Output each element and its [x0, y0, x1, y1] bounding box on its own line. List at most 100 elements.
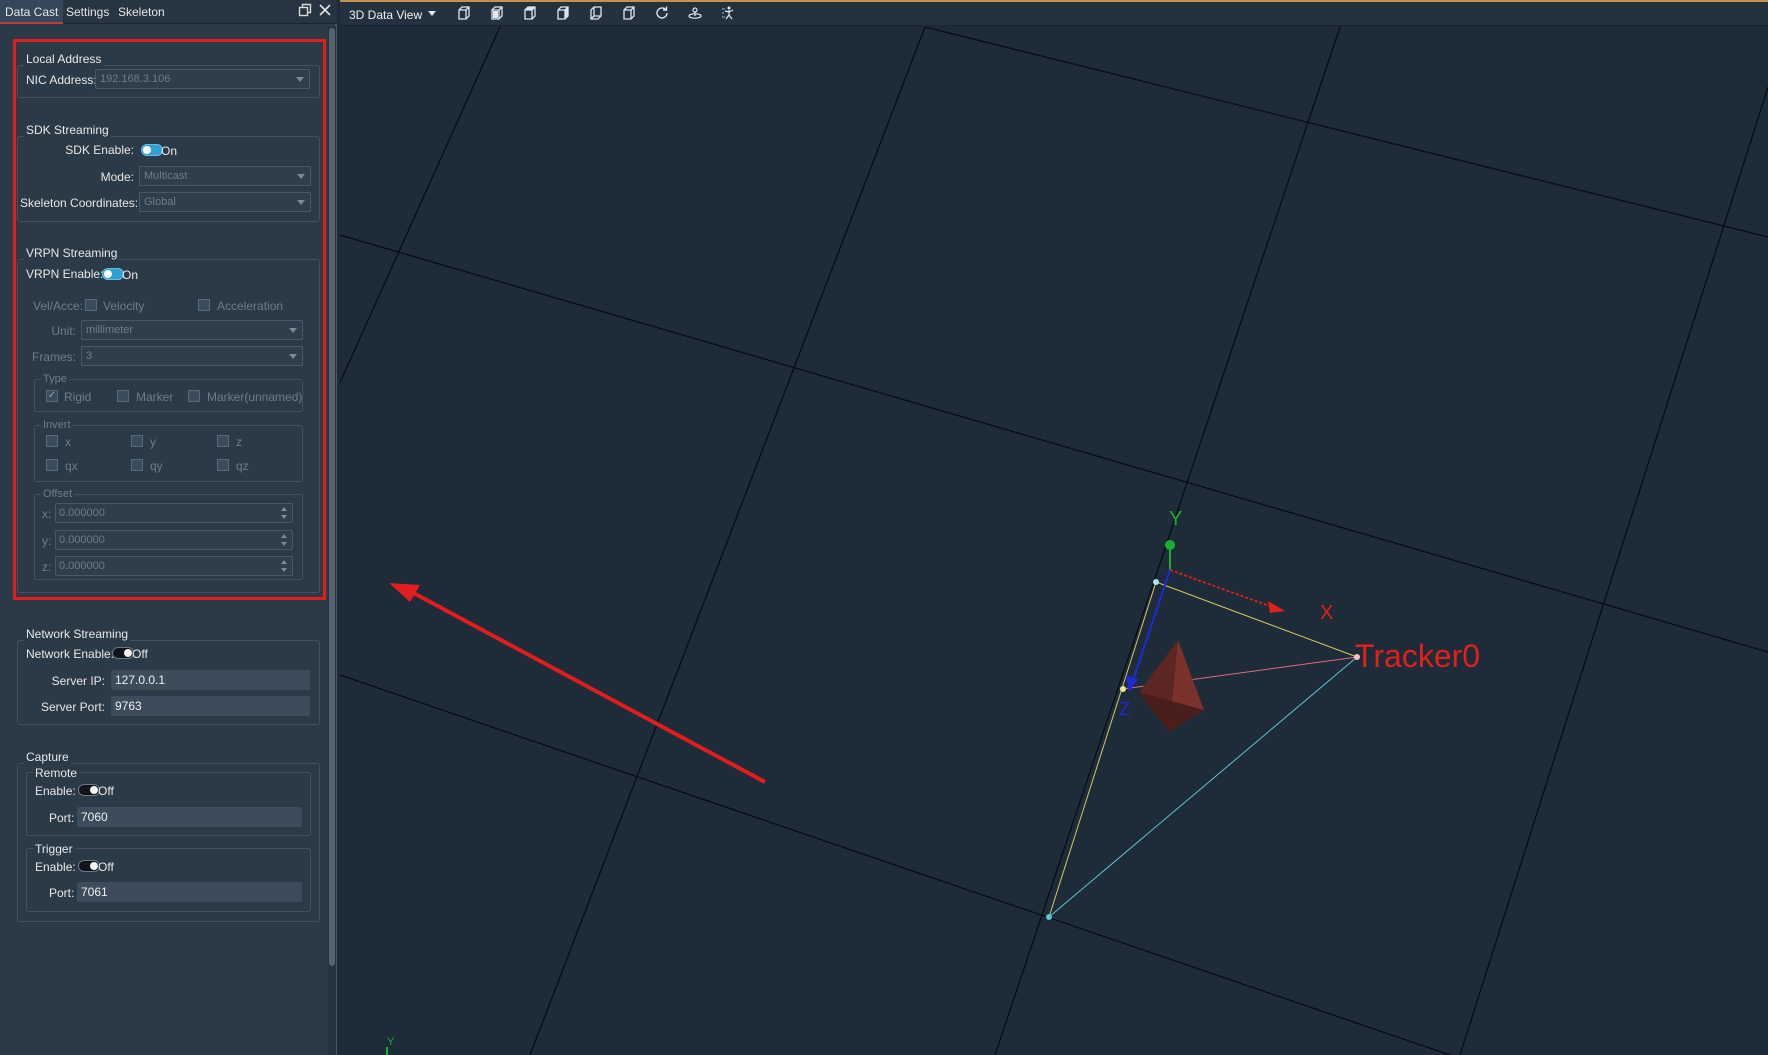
data-cast-panel: Data Cast Settings Skeleton Local Addres… — [0, 0, 337, 1055]
invert-qx-label: qx — [65, 459, 78, 473]
axes-gizmo — [1126, 540, 1285, 692]
server-ip-label: Server IP: — [51, 674, 105, 688]
skeleton-coordinates-select[interactable]: Global — [139, 192, 311, 212]
invert-qz-checkbox[interactable] — [217, 459, 229, 471]
tracking-icon[interactable] — [685, 5, 705, 25]
marker-point[interactable] — [1153, 579, 1159, 585]
pointer-arrow — [407, 588, 766, 784]
marker-point[interactable] — [1046, 914, 1052, 920]
invert-qx-checkbox[interactable] — [46, 459, 58, 471]
view-top-icon[interactable] — [520, 5, 540, 25]
invert-y-checkbox[interactable] — [131, 435, 143, 447]
network-enable-state: Off — [132, 647, 148, 661]
offset-y-label: y: — [42, 534, 52, 548]
marker-unnamed-label: Marker(unnamed) — [207, 390, 303, 404]
axis-y-label: Y — [1169, 508, 1182, 530]
frames-value: 3 — [86, 350, 93, 362]
view-title: 3D Data View — [349, 8, 423, 22]
spin-up-icon[interactable] — [281, 534, 287, 538]
corner-axis-y-label: Y — [387, 1036, 395, 1048]
invert-qz-label: qz — [236, 459, 249, 473]
invert-qy-checkbox[interactable] — [131, 459, 143, 471]
remote-port-label: Port: — [49, 811, 75, 825]
velocity-checkbox[interactable] — [85, 299, 97, 311]
chevron-down-icon — [297, 174, 305, 179]
offset-x-label: x: — [42, 507, 52, 521]
trigger-enable-toggle[interactable] — [78, 860, 100, 872]
vrpn-enable-toggle[interactable] — [102, 268, 124, 280]
invert-z-checkbox[interactable] — [217, 435, 229, 447]
trigger-port-input[interactable]: 7061 — [77, 882, 302, 902]
nic-address-select[interactable]: 192.168.3.106 — [95, 69, 310, 89]
view-toolbar: 3D Data View — [340, 0, 1768, 26]
refresh-icon[interactable] — [652, 5, 672, 25]
pointer-arrowhead — [389, 583, 420, 602]
invert-x-checkbox[interactable] — [46, 435, 58, 447]
remote-port-input[interactable]: 7060 — [77, 807, 302, 827]
remote-title: Remote — [33, 766, 80, 780]
offset-x-spinbox[interactable]: 0.000000 — [55, 503, 293, 523]
invert-group — [34, 425, 303, 482]
skeleton-icon[interactable] — [718, 5, 738, 25]
3d-viewport[interactable]: Y X Z Tracker0 Y — [340, 27, 1768, 1055]
sdk-enable-toggle[interactable] — [141, 144, 163, 156]
offset-y-spinbox[interactable]: 0.000000 — [55, 530, 293, 550]
offset-title: Offset — [41, 488, 75, 500]
mode-value: Multicast — [144, 170, 188, 182]
close-icon[interactable] — [316, 3, 334, 21]
invert-z-label: z — [236, 435, 242, 449]
unit-select[interactable]: millimeter — [81, 320, 303, 340]
rigid-checkbox[interactable]: ✓ — [46, 390, 58, 402]
offset-z-value: 0.000000 — [59, 560, 105, 572]
rigid-body-pyramid[interactable] — [1139, 640, 1204, 732]
spin-down-icon[interactable] — [281, 515, 287, 519]
restore-icon[interactable] — [296, 3, 314, 21]
view-persp-icon[interactable] — [454, 5, 474, 25]
marker-point[interactable] — [1120, 686, 1126, 692]
tab-data-cast[interactable]: Data Cast — [0, 0, 64, 24]
spin-up-icon[interactable] — [281, 560, 287, 564]
vrpn-streaming-title: VRPN Streaming — [24, 246, 120, 260]
network-enable-toggle[interactable] — [112, 647, 134, 659]
server-ip-input[interactable]: 127.0.0.1 — [111, 670, 310, 690]
spin-up-icon[interactable] — [281, 507, 287, 511]
tracker-label: Tracker0 — [1355, 638, 1480, 674]
acceleration-checkbox[interactable] — [198, 299, 210, 311]
mode-label: Mode: — [100, 170, 134, 184]
trigger-title: Trigger — [33, 842, 75, 856]
trigger-enable-label: Enable: — [35, 860, 76, 874]
mode-select[interactable]: Multicast — [139, 166, 311, 186]
3d-scene: Y X Z Tracker0 Y — [340, 27, 1768, 1055]
network-streaming-title: Network Streaming — [24, 627, 131, 641]
marker-label: Marker — [136, 390, 174, 404]
offset-z-spinbox[interactable]: 0.000000 — [55, 556, 293, 576]
dropdown-icon[interactable] — [422, 5, 442, 25]
tab-skeleton[interactable]: Skeleton — [113, 0, 170, 24]
marker-checkbox[interactable] — [117, 390, 129, 402]
offset-y-value: 0.000000 — [59, 534, 105, 546]
remote-enable-state: Off — [98, 784, 114, 798]
panel-scrollbar-thumb[interactable] — [329, 28, 335, 966]
offset-x-value: 0.000000 — [59, 507, 105, 519]
tab-settings[interactable]: Settings — [61, 0, 114, 24]
view-right-icon[interactable] — [619, 5, 639, 25]
view-front-icon[interactable] — [487, 5, 507, 25]
rigid-label: Rigid — [64, 390, 92, 404]
velocity-label: Velocity — [103, 299, 145, 313]
spin-down-icon[interactable] — [281, 568, 287, 572]
view-back-icon[interactable] — [586, 5, 606, 25]
server-port-input[interactable]: 9763 — [111, 696, 310, 716]
axis-x-label: X — [1320, 602, 1333, 624]
invert-x-label: x — [65, 435, 71, 449]
trigger-enable-state: Off — [98, 860, 114, 874]
vrpn-enable-label: VRPN Enable: — [26, 267, 104, 281]
unit-label: Unit: — [51, 324, 76, 338]
view-side-icon[interactable] — [553, 5, 573, 25]
remote-enable-toggle[interactable] — [78, 784, 100, 796]
spin-down-icon[interactable] — [281, 542, 287, 546]
frames-select[interactable]: 3 — [81, 346, 303, 366]
trigger-group — [26, 848, 311, 912]
invert-y-label: y — [150, 435, 156, 449]
vel-acce-label: Vel/Acce: — [33, 299, 84, 313]
marker-unnamed-checkbox[interactable] — [188, 390, 200, 402]
